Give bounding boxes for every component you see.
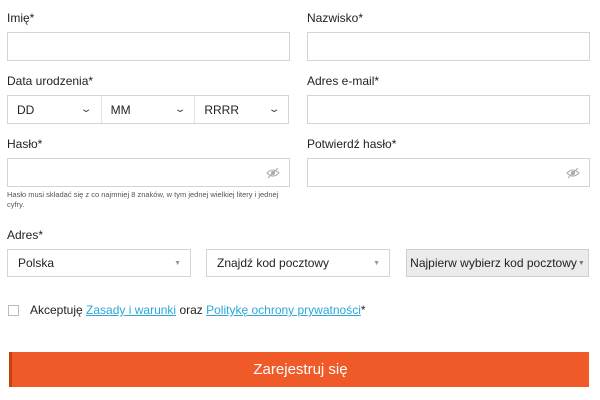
terms-conjunction: oraz (179, 303, 203, 317)
chevron-down-icon: ⌄ (267, 104, 281, 115)
password-hint: Hasło musi składać się z co najmniej 8 z… (7, 190, 279, 209)
terms-row: Akceptuję Zasady i warunki oraz Politykę… (8, 303, 366, 317)
country-value: Polska (18, 256, 55, 270)
birth-month-value: MM (110, 102, 131, 117)
last-name-input[interactable] (308, 33, 589, 60)
chevron-down-icon: ⌄ (80, 104, 93, 115)
birth-day-value: DD (17, 102, 35, 117)
register-button[interactable]: Zarejestruj się (9, 352, 589, 387)
last-name-label: Nazwisko* (307, 11, 364, 25)
last-name-field[interactable] (307, 32, 590, 61)
birth-year-value: RRRR (204, 102, 240, 117)
password-field[interactable] (7, 158, 290, 187)
postcode-value: Znajdź kod pocztowy (217, 256, 330, 270)
triangle-down-icon: ▼ (174, 259, 181, 267)
first-name-label: Imię* (7, 11, 35, 25)
birth-date-group: DD ⌄ MM ⌄ RRRR ⌄ (7, 95, 289, 124)
terms-link[interactable]: Zasady i warunki (86, 303, 176, 317)
password-input[interactable] (8, 159, 289, 186)
first-name-field[interactable] (7, 32, 290, 61)
triangle-down-icon: ▼ (373, 259, 380, 267)
chevron-down-icon: ⌄ (173, 104, 187, 115)
eye-icon[interactable] (266, 167, 280, 179)
birth-year-select[interactable]: RRRR ⌄ (195, 96, 288, 123)
email-field[interactable] (307, 95, 590, 124)
terms-checkbox[interactable] (8, 304, 19, 316)
privacy-policy-link[interactable]: Politykę ochrony prywatności (206, 303, 361, 317)
email-label: Adres e-mail* (307, 74, 380, 88)
eye-icon[interactable] (566, 167, 580, 179)
confirm-password-label: Potwierdź hasło* (307, 137, 397, 151)
birth-month-select[interactable]: MM ⌄ (102, 96, 196, 123)
triangle-down-icon: ▼ (577, 259, 585, 267)
confirm-password-field[interactable] (307, 158, 590, 187)
postcode-select[interactable]: Znajdź kod pocztowy ▼ (206, 249, 390, 277)
confirm-password-input[interactable] (308, 159, 589, 186)
street-select-button[interactable]: Najpierw wybierz kod pocztowy ▼ (406, 249, 589, 277)
terms-prefix: Akceptuję (30, 303, 83, 317)
street-select-label: Najpierw wybierz kod pocztowy (410, 256, 577, 270)
birth-date-label: Data urodzenia* (7, 74, 94, 88)
terms-required-mark: * (360, 303, 366, 317)
password-label: Hasło* (7, 137, 43, 151)
email-input[interactable] (308, 96, 589, 123)
country-select[interactable]: Polska ▼ (7, 249, 191, 277)
first-name-input[interactable] (8, 33, 289, 60)
address-label: Adres* (7, 228, 44, 242)
birth-day-select[interactable]: DD ⌄ (8, 96, 102, 123)
